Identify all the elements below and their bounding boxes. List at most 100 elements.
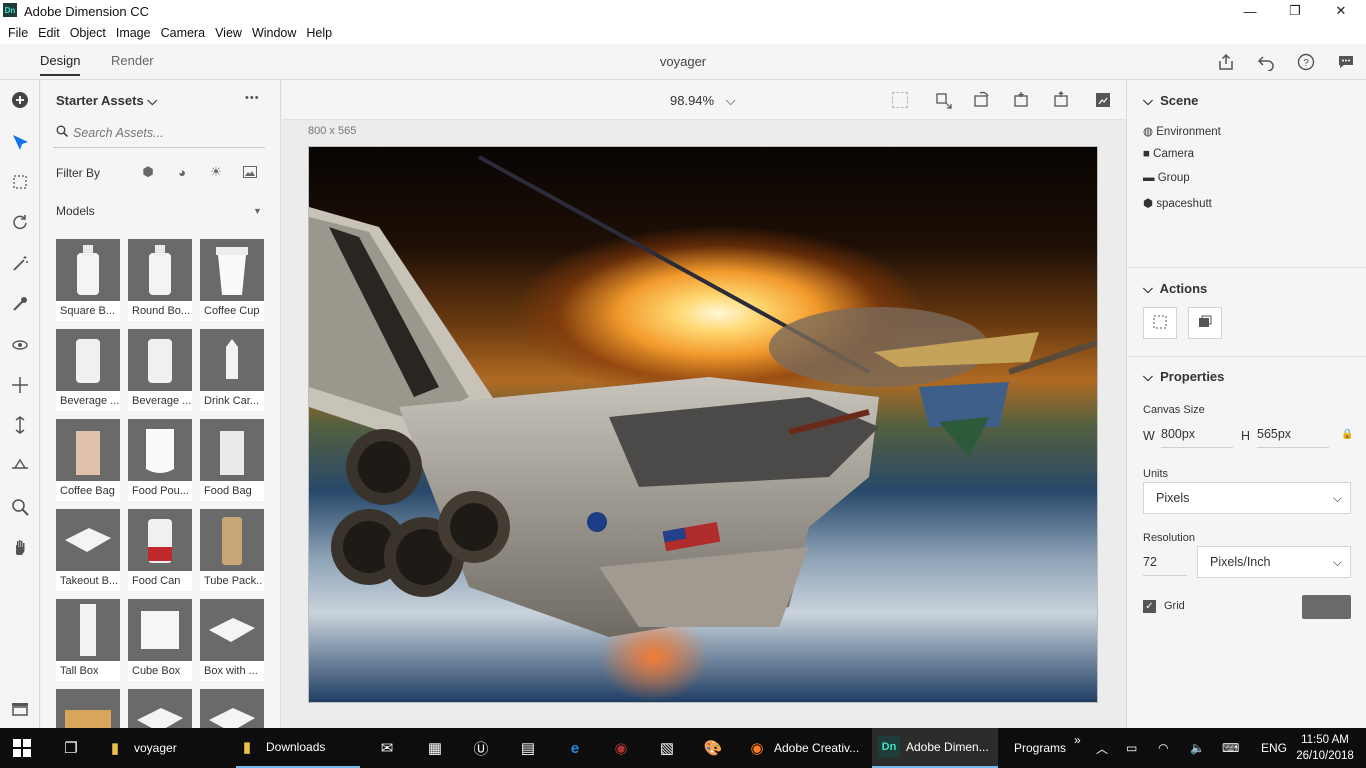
model-filter-icon[interactable]: ⬢ (140, 164, 156, 180)
taskbar-item-adobe-dimension[interactable]: Dn Adobe Dimen... (872, 728, 998, 768)
asset-card[interactable]: Takeout B... (56, 509, 120, 591)
scene-item-camera[interactable]: ■ Camera (1143, 148, 1194, 160)
menu-help[interactable]: Help (301, 26, 337, 40)
asset-card[interactable]: Tube Pack.. (200, 509, 264, 591)
asset-card[interactable]: Square B... (56, 239, 120, 321)
keyboard-icon[interactable]: ⌨ (1222, 728, 1239, 768)
close-button[interactable]: ✕ (1318, 0, 1364, 22)
dolly-icon[interactable] (8, 413, 32, 437)
paint-button[interactable]: 🎨 (702, 728, 724, 768)
menu-file[interactable]: File (3, 26, 33, 40)
render-preview-icon[interactable] (1095, 92, 1111, 108)
zoom-level[interactable]: 98.94% ⌵ (670, 93, 736, 109)
dolly-view-icon[interactable] (1052, 91, 1070, 109)
asset-card[interactable]: Coffee Bag (56, 419, 120, 501)
assets-title[interactable]: Starter Assets ⌵ (56, 93, 157, 109)
app-button[interactable]: ◉ (610, 728, 632, 768)
lock-icon[interactable]: 🔒 (1341, 429, 1353, 440)
height-field[interactable]: 565px (1257, 422, 1329, 448)
collapse-models-icon[interactable]: ▼ (253, 206, 262, 216)
orbit-icon[interactable] (8, 333, 32, 357)
rotate-view-icon[interactable] (972, 91, 990, 109)
asset-card[interactable] (128, 689, 192, 728)
asset-card[interactable]: Round Bo... (128, 239, 192, 321)
programs-toolbar[interactable]: Programs » (1014, 728, 1081, 768)
transform-icon[interactable] (8, 170, 32, 194)
asset-card[interactable] (56, 689, 120, 728)
pan-view-icon[interactable] (1012, 91, 1030, 109)
scene-item-environment[interactable]: ◍ Environment (1143, 124, 1221, 138)
scene-item-spaceshutt[interactable]: ⬢ spaceshutt (1143, 196, 1212, 210)
sample-icon[interactable] (8, 292, 32, 316)
chat-icon[interactable] (1336, 52, 1356, 72)
unreal-button[interactable]: Ⓤ (470, 728, 492, 768)
wifi-icon[interactable]: ◠ (1158, 728, 1168, 768)
material-filter-icon[interactable]: ◕ (174, 164, 190, 180)
pan-icon[interactable] (8, 373, 32, 397)
properties-section-header[interactable]: ⌵ Properties (1143, 369, 1224, 385)
frame-icon[interactable] (892, 92, 908, 108)
help-icon[interactable]: ? (1296, 52, 1316, 72)
more-options-button[interactable]: ••• (245, 92, 260, 104)
panel-toggle-icon[interactable] (8, 696, 32, 720)
tab-design[interactable]: Design (40, 53, 81, 76)
battery-icon[interactable]: ▭ (1126, 728, 1137, 768)
asset-card[interactable]: Coffee Cup (200, 239, 264, 321)
minimize-button[interactable]: — (1227, 0, 1273, 22)
task-view-button[interactable]: ❐ (60, 728, 82, 768)
fit-icon[interactable] (934, 91, 952, 109)
menu-view[interactable]: View (210, 26, 247, 40)
menu-camera[interactable]: Camera (156, 26, 210, 40)
asset-card[interactable]: Cube Box (128, 599, 192, 681)
asset-card[interactable]: Beverage ... (128, 329, 192, 411)
menu-edit[interactable]: Edit (33, 26, 65, 40)
photo-app-button[interactable]: ▧ (656, 728, 678, 768)
asset-card[interactable]: Food Bag (200, 419, 264, 501)
magic-wand-icon[interactable] (8, 252, 32, 276)
render-canvas[interactable] (308, 146, 1098, 703)
asset-card[interactable]: Beverage ... (56, 329, 120, 411)
language-indicator[interactable]: ENG (1261, 728, 1287, 768)
taskbar-item-adobe-creative[interactable]: ◉ Adobe Creativ... (746, 728, 868, 768)
transform-action-button[interactable] (1143, 307, 1177, 339)
edge-button[interactable]: e (564, 728, 586, 768)
menu-window[interactable]: Window (247, 26, 301, 40)
asset-card[interactable]: Box with ... (200, 599, 264, 681)
resolution-field[interactable]: 72 (1143, 550, 1187, 576)
asset-card[interactable]: Tall Box (56, 599, 120, 681)
clock[interactable]: 11:50 AM 26/10/2018 (1294, 732, 1356, 764)
mail-button[interactable]: ✉ (376, 728, 398, 768)
select-icon[interactable] (8, 130, 32, 154)
tab-render[interactable]: Render (111, 53, 154, 68)
resolution-unit-dropdown[interactable]: Pixels/Inch ⌵ (1197, 546, 1351, 578)
add-icon[interactable] (8, 88, 32, 112)
asset-card[interactable]: Food Pou... (128, 419, 192, 501)
asset-card[interactable]: Food Can (128, 509, 192, 591)
horizon-icon[interactable] (8, 453, 32, 477)
scene-item-group[interactable]: ▬ Group (1143, 172, 1190, 184)
actions-section-header[interactable]: ⌵ Actions (1143, 281, 1207, 297)
grid-color-swatch[interactable] (1302, 595, 1351, 619)
width-field[interactable]: 800px (1161, 422, 1233, 448)
volume-icon[interactable]: 🔈 (1190, 728, 1205, 768)
taskbar-item-downloads[interactable]: ▮ Downloads (236, 728, 360, 768)
menu-object[interactable]: Object (65, 26, 111, 40)
scene-section-header[interactable]: ⌵ Scene (1143, 93, 1198, 109)
tray-chevron-icon[interactable]: ︿ (1096, 728, 1108, 768)
grid-checkbox[interactable]: ✓ (1143, 600, 1156, 613)
taskbar-item-voyager[interactable]: ▮ voyager (104, 728, 228, 768)
light-filter-icon[interactable]: ☀ (208, 164, 224, 180)
asset-card[interactable]: Drink Car... (200, 329, 264, 411)
share-icon[interactable] (1216, 52, 1236, 72)
units-dropdown[interactable]: Pixels ⌵ (1143, 482, 1351, 514)
start-button[interactable] (12, 728, 32, 768)
image-filter-icon[interactable] (242, 164, 258, 180)
menu-image[interactable]: Image (111, 26, 156, 40)
undo-icon[interactable] (1256, 52, 1276, 72)
asset-card[interactable] (200, 689, 264, 728)
store-button[interactable]: ▦ (424, 728, 446, 768)
zoom-icon[interactable] (8, 495, 32, 519)
search-input[interactable] (73, 122, 258, 144)
image-action-button[interactable] (1188, 307, 1222, 339)
rotate-icon[interactable] (8, 210, 32, 234)
